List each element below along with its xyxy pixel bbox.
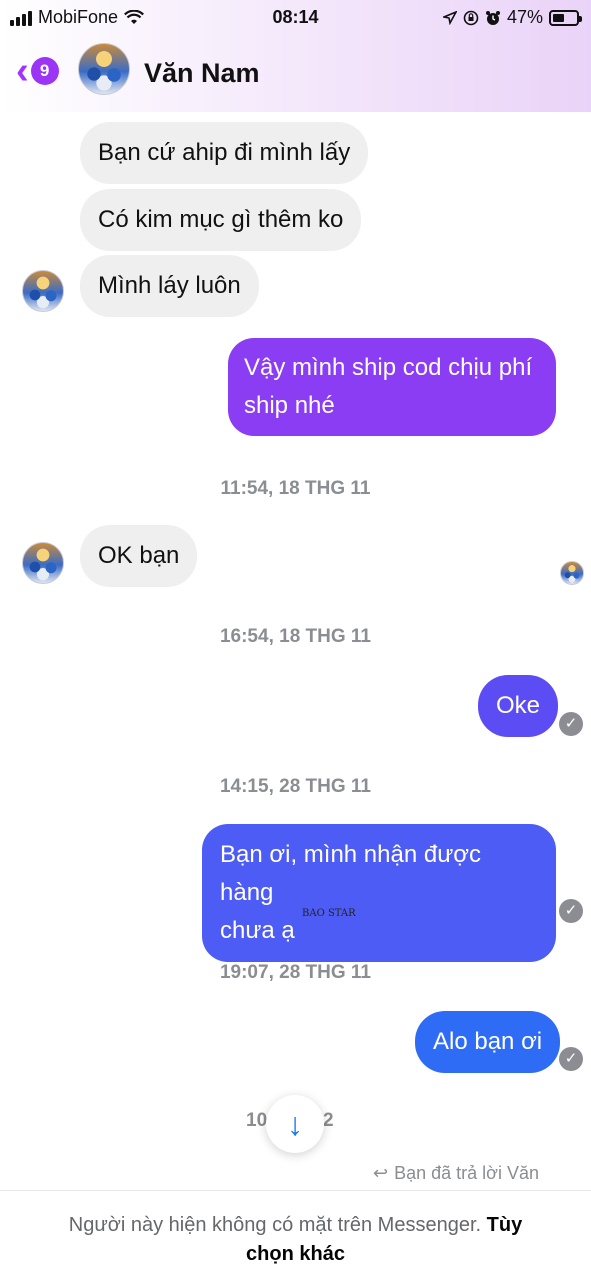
footer-notice: Người này hiện không có mặt trên Messeng… [0, 1190, 591, 1280]
battery-icon [549, 9, 582, 26]
message-line: chưa ạ [220, 917, 295, 944]
back-chevron-icon: ‹ [16, 50, 29, 92]
replied-note: ↩ Bạn đã trả lời Văn [373, 1163, 539, 1184]
sender-avatar[interactable] [22, 270, 64, 312]
seen-check-icon: ✓ [559, 712, 583, 736]
top-bar: MobiFone 08:14 47% ‹ 9 Văn Nam [0, 0, 591, 112]
incoming-message[interactable]: Bạn cứ ahip đi mình lấy [80, 122, 369, 184]
outgoing-message[interactable]: Alo bạn ơi [415, 1011, 561, 1073]
incoming-message[interactable]: Có kim mục gì thêm ko [80, 189, 362, 251]
read-receipt-avatar [560, 561, 584, 585]
more-options-link-part1[interactable]: Tùy [487, 1214, 523, 1236]
back-button[interactable]: ‹ 9 [16, 50, 59, 92]
location-icon [442, 10, 457, 25]
watermark: BAO STAR [302, 908, 356, 919]
lock-rotation-icon [463, 10, 479, 25]
message-timestamp: 16:54, 18 THG 11 [219, 626, 372, 647]
status-right: 47% [442, 7, 582, 28]
message-line: ship nhé [244, 392, 335, 419]
partial-timestamp-left: 10 [246, 1110, 268, 1131]
reply-arrow-icon: ↩ [373, 1163, 389, 1183]
scroll-down-arrow-icon: ↓ [287, 1106, 303, 1142]
unread-count-badge: 9 [30, 57, 59, 85]
replied-note-text: Bạn đã trả lời Văn [394, 1163, 539, 1183]
outgoing-message[interactable]: Oke [478, 675, 559, 737]
sender-avatar[interactable] [22, 542, 64, 584]
alarm-icon [485, 10, 500, 25]
partial-timestamp-right: 2 [323, 1110, 334, 1131]
scroll-down-button[interactable]: ↓ [266, 1095, 324, 1153]
incoming-message[interactable]: OK bạn [80, 525, 198, 587]
message-timestamp: 19:07, 28 THG 11 [219, 962, 372, 983]
outgoing-message[interactable]: Bạn ơi, mình nhận được hàng chưa ạ [202, 824, 556, 962]
contact-name[interactable]: Văn Nam [144, 58, 260, 89]
battery-percent: 47% [506, 7, 543, 27]
incoming-message[interactable]: Mình láy luôn [80, 255, 259, 317]
seen-check-icon: ✓ [559, 1047, 583, 1071]
message-timestamp: 11:54, 18 THG 11 [220, 478, 371, 499]
status-bar: MobiFone 08:14 47% [0, 0, 591, 36]
message-timestamp: 14:15, 28 THG 11 [219, 776, 372, 797]
footer-text: Người này hiện không có mặt trên Messeng… [68, 1214, 482, 1236]
message-line: Vậy mình ship cod chịu phí [244, 354, 533, 381]
message-line: Bạn ơi, mình nhận được hàng [220, 841, 482, 906]
more-options-link-part2[interactable]: chọn khác [246, 1243, 345, 1265]
contact-avatar[interactable] [78, 43, 130, 95]
seen-check-icon: ✓ [559, 899, 583, 923]
outgoing-message[interactable]: Vậy mình ship cod chịu phí ship nhé [228, 338, 556, 436]
